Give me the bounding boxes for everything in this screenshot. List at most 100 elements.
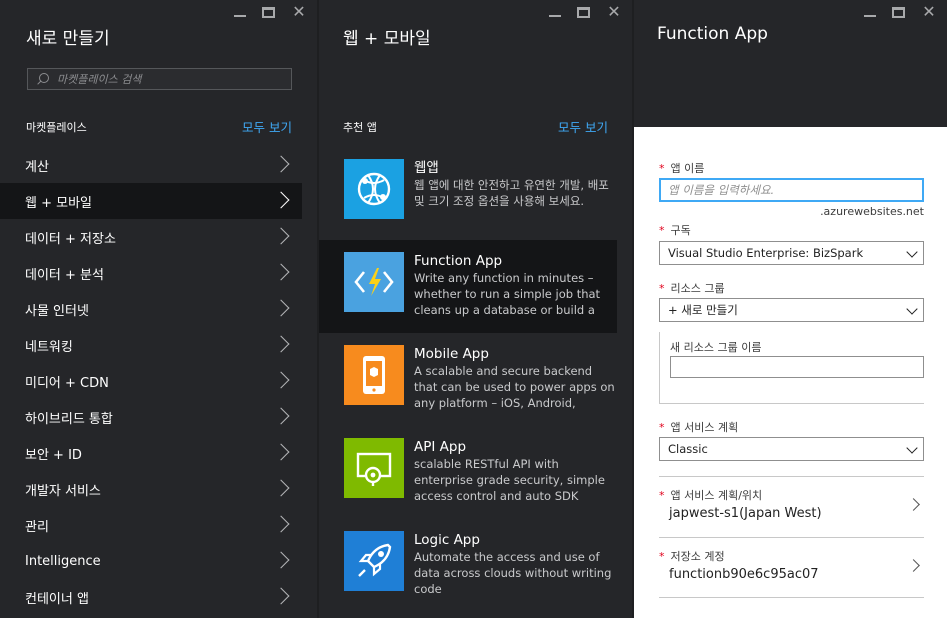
plan-label: * 앱 서비스 계획	[659, 421, 739, 434]
minimize-icon[interactable]	[234, 9, 246, 17]
portal: ✕ 새로 만들기 마켓플레이스 모두 보기 계산 웹 + 모바일 데이터 + 저…	[0, 0, 947, 618]
search-icon	[36, 72, 49, 86]
blade-web-mobile: ✕ 웹 + 모바일 추천 앱 모두 보기 웹앱 웹 앱에 대한 안전하고 유연한…	[319, 0, 632, 618]
storage-value: functionb90e6c95ac07	[669, 567, 819, 582]
category-list: 계산 웹 + 모바일 데이터 + 저장소 데이터 + 분석 사물 인터넷 네트워…	[0, 147, 317, 615]
app-item-mobile-app[interactable]: Mobile App A scalable and secure backend…	[319, 333, 632, 426]
app-item-api-app[interactable]: API App scalable RESTful API with enterp…	[319, 426, 632, 519]
category-label: 미디어 + CDN	[25, 375, 109, 391]
category-label: 웹 + 모바일	[25, 195, 92, 211]
chevron-right-icon	[273, 551, 291, 569]
section-header: 마켓플레이스 모두 보기	[26, 117, 292, 136]
maximize-icon[interactable]	[892, 6, 905, 18]
minimize-icon[interactable]	[549, 9, 561, 17]
app-name: Function App	[414, 253, 503, 269]
required-mark: *	[659, 421, 665, 434]
maximize-icon[interactable]	[577, 6, 590, 18]
category-label: 데이터 + 분석	[25, 267, 104, 283]
plan-value: Classic	[668, 442, 708, 456]
section-header: 추천 앱 모두 보기	[343, 117, 608, 136]
category-label: Intelligence	[25, 553, 101, 569]
category-item-web-mobile[interactable]: 웹 + 모바일	[0, 183, 302, 219]
chevron-right-icon	[273, 263, 291, 281]
see-all-link[interactable]: 모두 보기	[242, 117, 292, 136]
section-label: 추천 앱	[343, 120, 377, 134]
api-icon	[344, 438, 404, 498]
subscription-select[interactable]: Visual Studio Enterprise: BizSpark	[659, 241, 924, 265]
required-mark: *	[659, 489, 665, 502]
app-description: 웹 앱에 대한 안전하고 유연한 개발, 배포 및 크기 조정 옵션을 사용해 …	[414, 178, 609, 208]
blade-function-app: ✕ Function App * 앱 이름 앱 이름을 입력하세요. .azure…	[634, 0, 947, 618]
subscription-value: Visual Studio Enterprise: BizSpark	[668, 246, 864, 260]
close-icon[interactable]: ✕	[606, 4, 622, 20]
resource-group-label: * 리소스 그룹	[659, 282, 725, 295]
chevron-right-icon	[273, 479, 291, 497]
resource-group-select[interactable]: + 새로 만들기	[659, 298, 924, 322]
plan-select[interactable]: Classic	[659, 437, 924, 461]
rocket-icon	[344, 531, 404, 591]
required-mark: *	[659, 550, 665, 563]
app-item-web-app[interactable]: 웹앱 웹 앱에 대한 안전하고 유연한 개발, 배포 및 크기 조정 옵션을 사…	[319, 147, 632, 240]
required-mark: *	[659, 282, 665, 295]
category-item-developer[interactable]: 개발자 서비스	[0, 471, 302, 507]
app-name: API App	[414, 439, 467, 455]
chevron-right-icon	[907, 559, 920, 572]
category-label: 데이터 + 저장소	[25, 231, 116, 247]
search-input[interactable]	[57, 72, 277, 86]
close-icon[interactable]: ✕	[291, 4, 307, 20]
category-item-intelligence[interactable]: Intelligence	[0, 543, 302, 579]
category-item-security-id[interactable]: 보안 + ID	[0, 435, 302, 471]
category-item-media-cdn[interactable]: 미디어 + CDN	[0, 363, 302, 399]
category-item-hybrid[interactable]: 하이브리드 통합	[0, 399, 302, 435]
category-item-data-analytics[interactable]: 데이터 + 분석	[0, 255, 302, 291]
chevron-right-icon	[273, 371, 291, 389]
category-item-data-storage[interactable]: 데이터 + 저장소	[0, 219, 302, 255]
app-name: Mobile App	[414, 346, 489, 362]
chevron-right-icon	[273, 587, 291, 605]
app-item-logic-app[interactable]: Logic App Automate the access and use of…	[319, 519, 632, 612]
app-name: Logic App	[414, 532, 480, 548]
category-item-management[interactable]: 관리	[0, 507, 302, 543]
resource-group-value: + 새로 만들기	[668, 303, 738, 317]
category-label: 컨테이너 앱	[25, 591, 89, 607]
minimize-icon[interactable]	[864, 9, 876, 17]
category-item-iot[interactable]: 사물 인터넷	[0, 291, 302, 327]
domain-suffix: .azurewebsites.net	[820, 205, 924, 218]
close-icon[interactable]: ✕	[921, 4, 937, 20]
category-label: 개발자 서비스	[25, 483, 101, 499]
app-name-input[interactable]: 앱 이름을 입력하세요.	[659, 178, 924, 202]
blade-new: ✕ 새로 만들기 마켓플레이스 모두 보기 계산 웹 + 모바일 데이터 + 저…	[0, 0, 317, 618]
app-description: Write any function in minutes – whether …	[414, 271, 601, 317]
window-controls: ✕	[549, 4, 622, 20]
app-name: 웹앱	[414, 160, 439, 176]
window-controls: ✕	[234, 4, 307, 20]
app-description: scalable RESTful API with enterprise gra…	[414, 457, 605, 503]
category-label: 사물 인터넷	[25, 303, 89, 319]
plan-location-row[interactable]: * 앱 서비스 계획/위치 japwest-s1(Japan West)	[659, 477, 924, 538]
category-label: 계산	[25, 159, 49, 175]
featured-apps: 웹앱 웹 앱에 대한 안전하고 유연한 개발, 배포 및 크기 조정 옵션을 사…	[319, 147, 632, 612]
chevron-right-icon	[273, 335, 291, 353]
app-item-function-app[interactable]: Function App Write any function in minut…	[319, 240, 617, 333]
blade-title: Function App	[657, 24, 768, 44]
category-item-compute[interactable]: 계산	[0, 147, 302, 183]
chevron-right-icon	[273, 299, 291, 317]
maximize-icon[interactable]	[262, 6, 275, 18]
category-item-networking[interactable]: 네트워킹	[0, 327, 302, 363]
storage-account-row[interactable]: * 저장소 계정 functionb90e6c95ac07	[659, 538, 924, 598]
chevron-right-icon	[273, 191, 291, 209]
storage-label: * 저장소 계정	[659, 550, 725, 563]
chevron-right-icon	[273, 515, 291, 533]
app-description: A scalable and secure backend that can b…	[414, 364, 615, 410]
category-label: 관리	[25, 519, 49, 535]
app-name-label: * 앱 이름	[659, 162, 705, 175]
category-label: 네트워킹	[25, 339, 73, 355]
marketplace-search[interactable]	[27, 68, 292, 90]
chevron-right-icon	[273, 155, 291, 173]
required-mark: *	[659, 224, 665, 237]
see-all-link[interactable]: 모두 보기	[558, 117, 608, 136]
globe-icon	[344, 159, 404, 219]
blade-title: 웹 + 모바일	[343, 29, 431, 49]
new-resource-group-input[interactable]	[670, 356, 924, 378]
category-item-containers[interactable]: 컨테이너 앱	[0, 579, 302, 615]
